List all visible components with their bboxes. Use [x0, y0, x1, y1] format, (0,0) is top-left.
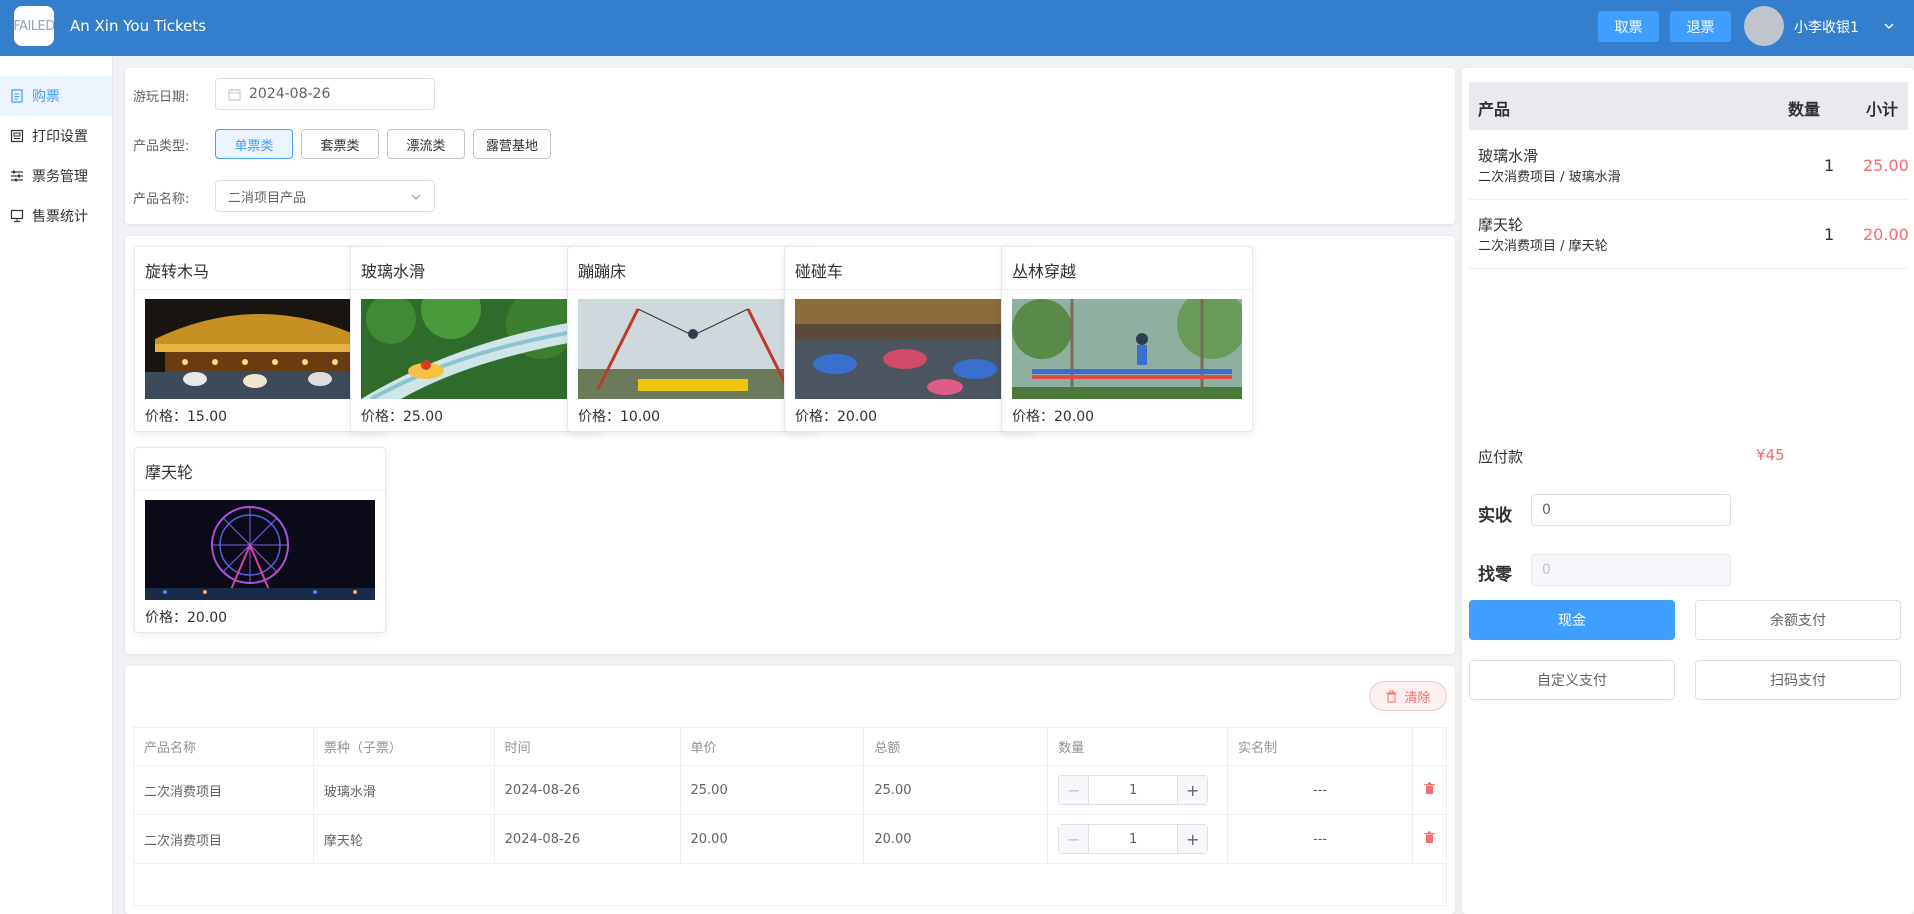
- product-card[interactable]: 碰碰车 价格：20.00: [784, 246, 1036, 432]
- table-row-empty: [133, 863, 1447, 906]
- product-card[interactable]: 玻璃水滑 价格：25.00: [350, 246, 602, 432]
- trash-icon: [1386, 690, 1397, 702]
- cart-header: 产品 数量 小计: [1469, 82, 1908, 130]
- product-name: 碰碰车: [795, 262, 844, 281]
- sidebar-item-label: 打印设置: [32, 129, 88, 145]
- product-name-label: 产品名称:: [133, 192, 190, 207]
- product-name: 玻璃水滑: [361, 262, 426, 281]
- type-single-ticket[interactable]: 单票类: [215, 129, 293, 159]
- order-table: 产品名称 票种（子票） 时间 单价 总额 数量 实名制 二次消费项目 玻璃水滑 …: [133, 727, 1448, 906]
- document-icon: [11, 89, 23, 103]
- sidebar-item-label: 售票统计: [32, 209, 88, 225]
- collect-ticket-button[interactable]: 取票: [1598, 11, 1659, 42]
- product-name: 蹦蹦床: [578, 262, 627, 281]
- table-row: 二次消费项目 摩天轮 2024-08-26 20.00 20.00 − 1 + …: [133, 814, 1448, 864]
- received-input[interactable]: 0: [1531, 494, 1731, 526]
- sidebar: 购票 打印设置 票务管理 售票统计: [0, 56, 113, 914]
- filter-panel: 游玩日期: 2024-08-26 产品类型: 单票类 套票类 漂流类 露营基地 …: [125, 68, 1455, 224]
- product-image-carousel: [145, 299, 375, 399]
- custom-pay-button[interactable]: 自定义支付: [1469, 660, 1675, 700]
- app-title: An Xin You Tickets: [70, 17, 207, 35]
- product-price: 价格：20.00: [145, 610, 228, 626]
- product-image-ferris-wheel: [145, 500, 375, 600]
- refund-ticket-button[interactable]: 退票: [1670, 11, 1731, 42]
- cart-item: 摩天轮 二次消费项目 / 摩天轮 1 20.00: [1469, 201, 1909, 269]
- product-price: 价格：20.00: [1012, 409, 1095, 425]
- sidebar-item-label: 票务管理: [32, 169, 88, 185]
- products-panel: 旋转木马 价格：15.00 玻璃水滑 价格：25.00 蹦蹦床 价格：10.00…: [125, 236, 1455, 654]
- cart-panel: 产品 数量 小计 玻璃水滑 二次消费项目 / 玻璃水滑 1 25.00 摩天轮 …: [1462, 68, 1914, 914]
- product-price: 价格：25.00: [361, 409, 444, 425]
- sidebar-item-print-settings[interactable]: 打印设置: [0, 116, 112, 156]
- table-row: 二次消费项目 玻璃水滑 2024-08-26 25.00 25.00 − 1 +…: [133, 765, 1448, 815]
- cart-item: 玻璃水滑 二次消费项目 / 玻璃水滑 1 25.00: [1469, 132, 1909, 200]
- quantity-value[interactable]: 1: [1089, 832, 1177, 847]
- product-card[interactable]: 丛林穿越 价格：20.00: [1001, 246, 1253, 432]
- quantity-stepper: − 1 +: [1058, 775, 1209, 805]
- sliders-icon: [11, 170, 23, 182]
- delete-icon[interactable]: [1423, 831, 1436, 844]
- cash-pay-button[interactable]: 现金: [1469, 600, 1675, 640]
- product-card[interactable]: 摩天轮 价格：20.00: [134, 447, 386, 633]
- product-name-select[interactable]: 二消项目产品: [215, 180, 435, 212]
- calendar-icon: [228, 88, 241, 100]
- product-card[interactable]: 蹦蹦床 价格：10.00: [567, 246, 819, 432]
- play-date-value: 2024-08-26: [249, 86, 331, 102]
- change-input: 0: [1531, 554, 1731, 586]
- type-package-ticket[interactable]: 套票类: [301, 129, 379, 159]
- chevron-down-icon[interactable]: [1882, 19, 1896, 33]
- type-rafting[interactable]: 漂流类: [387, 129, 465, 159]
- col-date: 时间: [493, 727, 681, 766]
- product-name: 丛林穿越: [1012, 262, 1077, 281]
- delete-icon[interactable]: [1423, 782, 1436, 795]
- amount-due-label: 应付款: [1478, 448, 1524, 466]
- orders-panel: 清除 产品名称 票种（子票） 时间 单价 总额 数量 实名制 二次消费项目 玻璃…: [125, 666, 1455, 914]
- received-label: 实收: [1478, 506, 1512, 526]
- product-image-trampoline: [578, 299, 808, 399]
- quantity-value[interactable]: 1: [1089, 783, 1177, 798]
- col-ticket-type: 票种（子票）: [312, 727, 495, 766]
- col-actions: [1411, 727, 1448, 766]
- increase-button[interactable]: +: [1177, 776, 1208, 804]
- product-image-jungle: [1012, 299, 1242, 399]
- top-header: FAILED An Xin You Tickets 取票 退票 小李收银1: [0, 0, 1914, 56]
- product-name: 摩天轮: [145, 463, 194, 482]
- play-date-input[interactable]: 2024-08-26: [215, 78, 435, 110]
- col-unit-price: 单价: [679, 727, 865, 766]
- col-total: 总额: [863, 727, 1049, 766]
- col-real-name: 实名制: [1227, 727, 1413, 766]
- monitor-icon: [10, 209, 24, 223]
- scan-pay-button[interactable]: 扫码支付: [1695, 660, 1901, 700]
- balance-pay-button[interactable]: 余额支付: [1695, 600, 1901, 640]
- type-camping[interactable]: 露营基地: [473, 129, 551, 159]
- avatar[interactable]: [1744, 6, 1784, 46]
- product-card[interactable]: 旋转木马 价格：15.00: [134, 246, 386, 432]
- username[interactable]: 小李收银1: [1794, 17, 1859, 37]
- col-product-name: 产品名称: [133, 727, 314, 766]
- sidebar-item-buy-ticket[interactable]: 购票: [0, 76, 112, 116]
- product-name: 旋转木马: [145, 262, 210, 281]
- app-logo: FAILED: [14, 6, 54, 46]
- product-price: 价格：10.00: [578, 409, 661, 425]
- change-label: 找零: [1478, 565, 1512, 585]
- printer-icon: [10, 129, 24, 143]
- product-name-value: 二消项目产品: [228, 190, 307, 206]
- sidebar-item-sales-stats[interactable]: 售票统计: [0, 196, 112, 236]
- chevron-down-icon: [411, 194, 421, 200]
- product-price: 价格：20.00: [795, 409, 878, 425]
- product-price: 价格：15.00: [145, 409, 228, 425]
- product-type-label: 产品类型:: [133, 139, 190, 154]
- clear-button[interactable]: 清除: [1369, 681, 1447, 711]
- product-image-bumper-car: [795, 299, 1025, 399]
- sidebar-item-ticket-management[interactable]: 票务管理: [0, 156, 112, 196]
- increase-button[interactable]: +: [1177, 825, 1208, 853]
- quantity-stepper: − 1 +: [1058, 824, 1209, 854]
- decrease-button[interactable]: −: [1059, 776, 1090, 804]
- sidebar-item-label: 购票: [32, 89, 60, 105]
- decrease-button[interactable]: −: [1059, 825, 1090, 853]
- amount-due-value: ¥45: [1756, 446, 1785, 464]
- product-image-slide: [361, 299, 591, 399]
- play-date-label: 游玩日期:: [133, 90, 190, 105]
- col-quantity: 数量: [1047, 727, 1229, 766]
